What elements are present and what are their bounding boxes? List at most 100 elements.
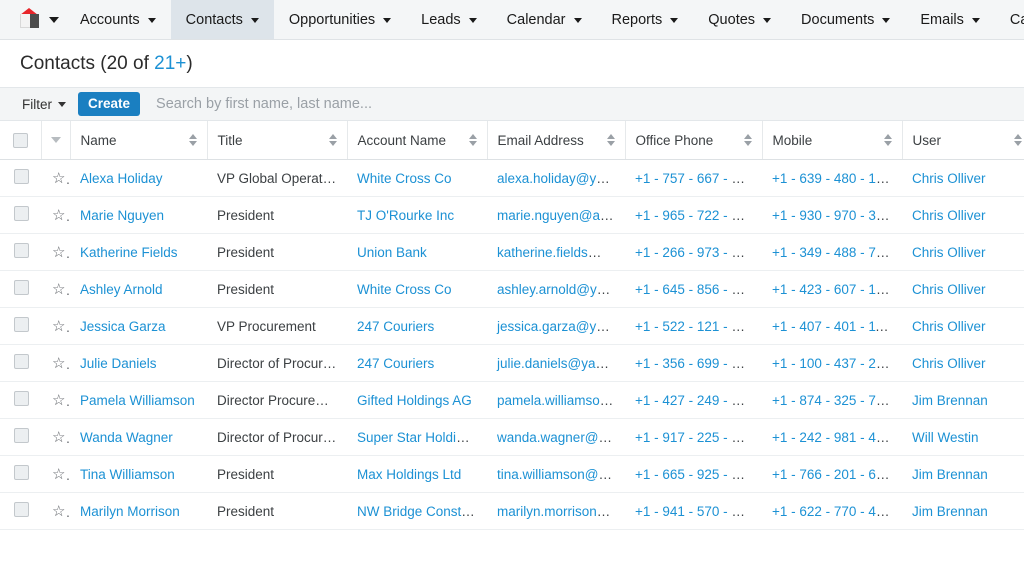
cell-value[interactable]: White Cross Co	[357, 171, 452, 186]
checkbox-icon[interactable]	[14, 354, 29, 369]
checkbox-icon[interactable]	[14, 206, 29, 221]
sort-updown-icon[interactable]	[607, 134, 615, 146]
cell-value[interactable]: Jessica Garza	[80, 319, 166, 334]
cell-value[interactable]: Chris Olliver	[912, 208, 986, 223]
cell-value[interactable]: ashley.arnold@yah...	[497, 282, 623, 297]
row-favorite-cell[interactable]: ☆	[42, 382, 70, 419]
nav-item-opportunities[interactable]: Opportunities	[274, 0, 406, 40]
cell-value[interactable]: +1 - 665 - 925 - 5993	[635, 467, 761, 482]
star-outline-icon[interactable]: ☆	[52, 319, 65, 334]
cell-email[interactable]: jessica.garza@yaho...	[487, 308, 625, 345]
cell-value[interactable]: 247 Couriers	[357, 319, 434, 334]
cell-name[interactable]: Alexa Holiday	[70, 160, 207, 197]
cell-value[interactable]: +1 - 622 - 770 - 4590	[772, 504, 898, 519]
nav-item-reports[interactable]: Reports	[597, 0, 694, 40]
sort-updown-icon[interactable]	[329, 134, 337, 146]
sort-updown-icon[interactable]	[469, 134, 477, 146]
column-header-email-address[interactable]: Email Address	[487, 121, 625, 160]
star-outline-icon[interactable]: ☆	[52, 393, 65, 408]
checkbox-icon[interactable]	[14, 391, 29, 406]
star-outline-icon[interactable]: ☆	[52, 245, 65, 260]
cell-account[interactable]: Union Bank	[347, 234, 487, 271]
nav-item-emails[interactable]: Emails	[905, 0, 995, 40]
row-checkbox-cell[interactable]	[0, 456, 42, 493]
checkbox-icon[interactable]	[14, 502, 29, 517]
cell-name[interactable]: Marilyn Morrison	[70, 493, 207, 530]
cell-value[interactable]: +1 - 941 - 570 - 6022	[635, 504, 761, 519]
cell-mobile[interactable]: +1 - 622 - 770 - 4590	[762, 493, 902, 530]
chevron-down-icon[interactable]	[882, 18, 890, 23]
row-favorite-cell[interactable]: ☆	[42, 456, 70, 493]
row-checkbox-cell[interactable]	[0, 419, 42, 456]
column-header-account-name[interactable]: Account Name	[347, 121, 487, 160]
cell-mobile[interactable]: +1 - 874 - 325 - 7346	[762, 382, 902, 419]
cell-value[interactable]: +1 - 639 - 480 - 1546	[772, 171, 898, 186]
star-outline-icon[interactable]: ☆	[52, 356, 65, 371]
cell-value[interactable]: White Cross Co	[357, 282, 452, 297]
sort-updown-icon[interactable]	[884, 134, 892, 146]
cell-value[interactable]: marilyn.morrison@...	[497, 504, 622, 519]
cell-value[interactable]: +1 - 407 - 401 - 1118	[772, 319, 896, 334]
cell-value[interactable]: alexa.holiday@yaho...	[497, 171, 625, 186]
cell-value[interactable]: Wanda Wagner	[80, 430, 173, 445]
record-count-link[interactable]: 21+	[154, 53, 186, 74]
row-checkbox-cell[interactable]	[0, 345, 42, 382]
table-row[interactable]: ☆Alexa HolidayVP Global OperationsWhite …	[0, 160, 1024, 197]
cell-value[interactable]: +1 - 100 - 437 - 2806	[772, 356, 898, 371]
cell-office-phone[interactable]: +1 - 522 - 121 - 3606	[625, 308, 762, 345]
cell-user[interactable]: Chris Olliver	[902, 345, 1024, 382]
cell-value[interactable]: Ashley Arnold	[80, 282, 163, 297]
table-row[interactable]: ☆Marie NguyenPresidentTJ O'Rourke Incmar…	[0, 197, 1024, 234]
checkbox-icon[interactable]	[14, 280, 29, 295]
cell-user[interactable]: Chris Olliver	[902, 308, 1024, 345]
cell-account[interactable]: Max Holdings Ltd	[347, 456, 487, 493]
cell-value[interactable]: +1 - 645 - 856 - 1339	[635, 282, 761, 297]
cell-office-phone[interactable]: +1 - 757 - 667 - 3526	[625, 160, 762, 197]
cell-user[interactable]: Jim Brennan	[902, 382, 1024, 419]
cell-mobile[interactable]: +1 - 407 - 401 - 1118	[762, 308, 902, 345]
cell-value[interactable]: pamela.williamson...	[497, 393, 619, 408]
create-button[interactable]: Create	[78, 92, 140, 116]
cell-mobile[interactable]: +1 - 639 - 480 - 1546	[762, 160, 902, 197]
cell-value[interactable]: NW Bridge Constru...	[357, 504, 485, 519]
cell-account[interactable]: Gifted Holdings AG	[347, 382, 487, 419]
select-menu-button[interactable]	[42, 121, 70, 159]
checkbox-icon[interactable]	[14, 465, 29, 480]
cell-value[interactable]: Will Westin	[912, 430, 979, 445]
cell-value[interactable]: +1 - 917 - 225 - 8744	[635, 430, 761, 445]
cell-value[interactable]: Marilyn Morrison	[80, 504, 180, 519]
cell-office-phone[interactable]: +1 - 965 - 722 - 9909	[625, 197, 762, 234]
cell-office-phone[interactable]: +1 - 941 - 570 - 6022	[625, 493, 762, 530]
row-checkbox-cell[interactable]	[0, 493, 42, 530]
cell-value[interactable]: 247 Couriers	[357, 356, 434, 371]
select-all-checkbox-wrap[interactable]	[0, 121, 42, 159]
cell-user[interactable]: Jim Brennan	[902, 456, 1024, 493]
nav-item-accounts[interactable]: Accounts	[65, 0, 171, 40]
cell-email[interactable]: pamela.williamson...	[487, 382, 625, 419]
cell-value[interactable]: Max Holdings Ltd	[357, 467, 461, 482]
cell-mobile[interactable]: +1 - 100 - 437 - 2806	[762, 345, 902, 382]
cell-user[interactable]: Chris Olliver	[902, 197, 1024, 234]
cell-mobile[interactable]: +1 - 766 - 201 - 6219	[762, 456, 902, 493]
cell-value[interactable]: +1 - 965 - 722 - 9909	[635, 208, 761, 223]
cell-name[interactable]: Pamela Williamson	[70, 382, 207, 419]
cell-value[interactable]: Gifted Holdings AG	[357, 393, 472, 408]
cell-email[interactable]: tina.williamson@ou...	[487, 456, 625, 493]
search-input[interactable]	[154, 88, 1024, 120]
app-logo[interactable]	[0, 0, 65, 39]
checkbox-icon[interactable]	[14, 428, 29, 443]
table-row[interactable]: ☆Marilyn MorrisonPresidentNW Bridge Cons…	[0, 493, 1024, 530]
cell-value[interactable]: Chris Olliver	[912, 356, 986, 371]
sort-updown-icon[interactable]	[189, 134, 197, 146]
cell-value[interactable]: +1 - 522 - 121 - 3606	[635, 319, 761, 334]
checkbox-icon[interactable]	[14, 317, 29, 332]
cell-value[interactable]: +1 - 930 - 970 - 3160	[772, 208, 898, 223]
star-outline-icon[interactable]: ☆	[52, 208, 65, 223]
cell-value[interactable]: +1 - 266 - 973 - 1942	[635, 245, 761, 260]
cell-email[interactable]: marie.nguyen@aol....	[487, 197, 625, 234]
cell-office-phone[interactable]: +1 - 645 - 856 - 1339	[625, 271, 762, 308]
cell-email[interactable]: ashley.arnold@yah...	[487, 271, 625, 308]
cell-email[interactable]: alexa.holiday@yaho...	[487, 160, 625, 197]
table-row[interactable]: ☆Jessica GarzaVP Procurement247 Couriers…	[0, 308, 1024, 345]
nav-item-campaigns[interactable]: Campaigns	[995, 0, 1024, 40]
